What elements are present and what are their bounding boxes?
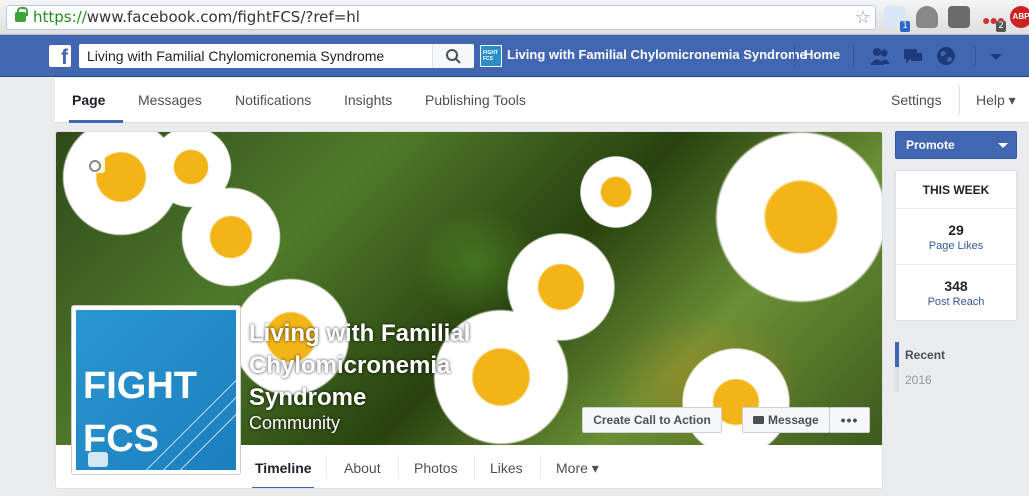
stat-post-reach[interactable]: 348 Post Reach [896,265,1016,321]
search-button[interactable] [432,44,474,68]
page-header-card: FIGHT FCS Living with Familial Chylomicr… [55,131,883,489]
lock-icon [15,7,28,22]
message-icon [753,416,764,424]
account-menu-caret-icon[interactable] [985,45,1007,67]
divider [959,85,960,115]
tab-photos[interactable]: Photos [414,460,458,476]
create-call-to-action-button[interactable]: Create Call to Action [582,407,722,433]
cover-flower [676,342,796,462]
timeline-year-nav: Recent 2016 [895,342,1025,394]
this-week-title: THIS WEEK [896,171,1016,209]
page-title: Living with Familial Chylomicronemia Syn… [249,320,471,411]
year-item-2016[interactable]: 2016 [905,373,932,387]
stat-label[interactable]: Post Reach [896,296,1016,308]
address-bar[interactable]: https://www.facebook.com/fightFCS/?ref=h… [6,5,876,30]
divider [398,455,399,479]
page-category: Community [249,413,341,433]
notifications-globe-icon[interactable] [935,45,957,67]
cover-flower [706,132,882,312]
url-scheme: https:// [33,8,87,26]
adblock-icon[interactable]: ABP [1010,6,1029,28]
tab-insights[interactable]: Insights [344,92,392,108]
help-menu[interactable]: Help ▾ [976,92,1016,109]
timeline-nav: Timeline About Photos Likes More ▾ [56,445,882,488]
extension-badge: 1 [900,21,910,32]
tab-page[interactable]: Page [72,92,105,108]
home-link[interactable]: Home [804,47,840,62]
bookmark-star-icon[interactable]: ☆ [855,6,871,29]
extension-skype-icon[interactable]: 1 [884,6,910,32]
tab-likes[interactable]: Likes [490,460,523,476]
tab-about[interactable]: About [344,460,381,476]
cover-flower [501,227,621,347]
year-item-recent[interactable]: Recent [905,348,945,362]
extension-badge: 2 [996,21,1006,32]
tab-messages[interactable]: Messages [138,92,202,108]
promote-label: Promote [906,138,955,152]
divider [794,46,795,66]
tab-more[interactable]: More ▾ [556,460,599,477]
browser-toolbar: https://www.facebook.com/fightFCS/?ref=h… [0,0,1029,35]
divider [975,46,976,66]
tab-settings[interactable]: Settings [891,92,942,108]
stat-value: 348 [944,278,968,294]
facebook-logo-icon[interactable]: f [49,45,71,67]
divider [326,455,327,479]
extension-dots-icon[interactable]: ●●● 2 [980,6,1006,32]
message-button-label: Message [768,413,819,427]
year-nav-active-indicator [895,342,899,367]
messages-icon[interactable] [902,45,924,67]
tab-notifications[interactable]: Notifications [235,92,311,108]
stat-value: 29 [948,222,964,238]
tab-timeline[interactable]: Timeline [255,460,312,476]
profile-logo-text: FIGHT [83,365,197,407]
tab-publishing-tools[interactable]: Publishing Tools [425,92,526,108]
search-icon [446,49,461,64]
more-options-button[interactable]: ••• [829,407,870,433]
active-tab-indicator [252,487,314,488]
this-week-card: THIS WEEK 29 Page Likes 348 Post Reach [895,170,1017,321]
chevron-down-icon [998,143,1008,148]
stat-label[interactable]: Page Likes [896,240,1016,252]
active-tab-indicator [69,120,123,123]
divider [853,46,854,66]
camera-icon[interactable] [83,157,105,173]
page-thumbnail[interactable]: FIGHT FCS [480,45,502,67]
cover-flower [576,152,656,232]
facebook-top-bar: f Living with Familial Chylomicronemia S… [0,35,1029,77]
friend-requests-icon[interactable] [869,45,891,67]
page-name-link[interactable]: Living with Familial Chylomicronemia Syn… [507,47,807,62]
url-text: www.facebook.com/fightFCS/?ref=hl [86,8,360,26]
promote-button[interactable]: Promote [895,131,1017,159]
message-button[interactable]: Message [742,407,830,433]
extension-hand-icon[interactable] [916,6,938,28]
cover-photo[interactable]: FIGHT FCS Living with Familial Chylomicr… [56,132,882,475]
page-admin-nav: Page Messages Notifications Insights Pub… [55,78,1029,123]
divider [540,455,541,479]
search-input[interactable]: Living with Familial Chylomicronemia Syn… [79,44,474,68]
divider [474,455,475,479]
extension-pocket-icon[interactable] [948,6,970,28]
stat-page-likes[interactable]: 29 Page Likes [896,209,1016,265]
